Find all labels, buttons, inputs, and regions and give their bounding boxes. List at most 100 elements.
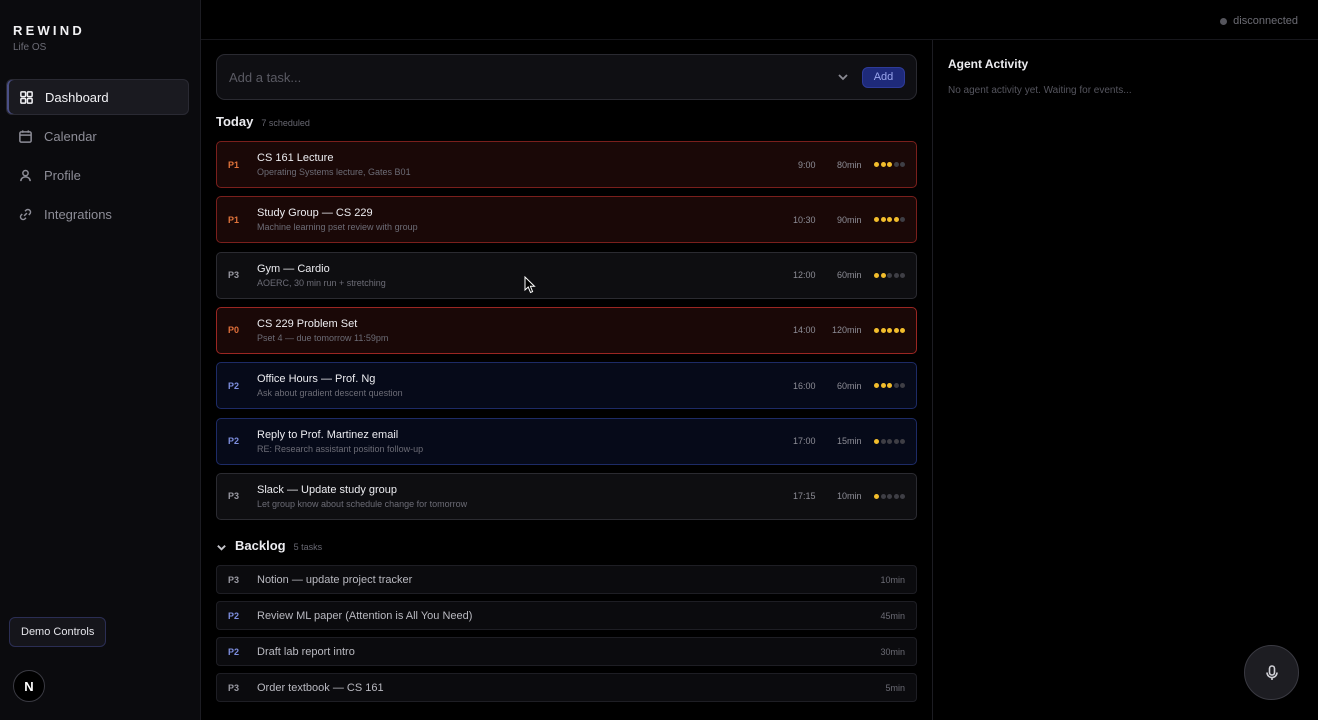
task-description: RE: Research assistant position follow-u… [257,443,424,454]
energy-dot [900,217,905,223]
task-description: Operating Systems lecture, Gates B01 [257,167,411,177]
energy-dot [900,327,905,333]
add-task-button[interactable]: Add [862,66,905,88]
energy-dot [893,162,899,167]
priority-badge: P2 [228,646,240,657]
sidebar-item-profile[interactable]: Profile [6,157,189,193]
today-task-row[interactable]: P2 Reply to Prof. Martinez email RE: Resea… [216,417,917,465]
task-title: Office Hours — Prof. Ng [257,373,376,386]
section-title: Today [216,114,254,129]
top-bar: disconnected [201,0,1318,40]
energy-rating [873,438,905,444]
task-title: CS 161 Lecture [257,152,334,164]
sidebar-item-label: Profile [44,167,81,183]
task-title: Study Group — CS 229 [257,207,373,220]
today-task-row[interactable]: P1 Study Group — CS 229 Machine learning p… [216,196,917,244]
energy-dot [887,272,892,278]
task-time: 14:00 [792,325,816,336]
energy-dot [893,217,899,223]
energy-dot [887,162,892,167]
today-task-row[interactable]: P3 Gym — Cardio AOERC, 30 min run + stretc… [216,251,917,299]
energy-dot [900,383,905,389]
sidebar-item-integrations[interactable]: Integrations [6,196,189,232]
backlog-task-row[interactable]: P2 Draft lab report intro 30min [216,637,917,666]
task-body: Office Hours — Prof. Ng Ask about gradien… [257,373,776,398]
task-duration: 30min [880,646,905,657]
task-duration: 90min [836,214,862,225]
energy-rating [873,327,905,333]
priority-badge: P3 [228,574,240,585]
microphone-button[interactable] [1244,645,1299,700]
task-body: Slack — Update study group Let group know… [257,484,776,509]
today-task-row[interactable]: P3 Slack — Update study group Let group kn… [216,472,917,520]
microphone-icon [1265,664,1278,680]
avatar[interactable]: N [13,670,45,702]
task-title: Draft lab report intro [257,645,355,658]
grid-icon [18,89,34,105]
priority-badge: P1 [228,214,240,225]
task-title: Slack — Update study group [257,483,398,496]
energy-rating [873,493,905,499]
task-time: 9:00 [797,159,816,170]
agent-activity-title: Agent Activity [948,57,1029,71]
energy-dot [880,383,886,389]
today-task-row[interactable]: P0 CS 229 Problem Set Pset 4 — due tomorro… [216,306,917,354]
backlog-task-row[interactable]: P3 Order textbook — CS 161 5min [216,673,917,702]
backlog-task-row[interactable]: P2 Review ML paper (Attention is All You … [216,601,917,630]
energy-rating [873,272,905,278]
task-duration: 10min [836,491,862,502]
priority-badge: P3 [228,682,240,693]
priority-badge: P2 [228,436,240,446]
sidebar-item-label: Calendar [44,128,97,144]
task-body: CS 229 Problem Set Pset 4 — due tomorrow … [257,318,776,343]
task-duration: 15min [836,436,862,446]
today-task-row[interactable]: P2 Office Hours — Prof. Ng Ask about gradi… [216,362,917,410]
demo-controls-button[interactable]: Demo Controls [9,617,107,647]
calendar-icon [17,128,33,144]
task-body: Study Group — CS 229 Machine learning pse… [257,207,776,232]
priority-badge: P3 [228,491,240,502]
section-title: Backlog [235,538,286,553]
brand: REWIND Life OS [13,23,85,53]
task-body: Gym — Cardio AOERC, 30 min run + stretchi… [257,263,776,288]
chevron-down-icon[interactable] [216,540,228,552]
energy-rating [873,162,905,167]
task-body: Reply to Prof. Martinez email RE: Researc… [257,429,776,454]
energy-dot [880,217,886,223]
main-content: Add Today 7 scheduled P1 CS 161 Lecture Op… [201,40,932,720]
priority-badge: P3 [228,270,240,281]
energy-dot [874,162,879,167]
add-task-input[interactable] [217,55,836,99]
status-dot-icon [1220,17,1228,25]
energy-dot [880,272,886,278]
task-description: Machine learning pset review with group [257,222,418,233]
backlog-section-header[interactable]: Backlog 5 tasks [216,538,322,553]
energy-dot [880,438,886,444]
sidebar-item-calendar[interactable]: Calendar [6,118,189,154]
task-time: 10:30 [792,214,816,225]
task-title: CS 229 Problem Set [257,317,358,330]
energy-dot [874,217,879,223]
today-task-row[interactable]: P1 CS 161 Lecture Operating Systems lectur… [216,141,917,188]
task-description: Let group know about schedule change for… [257,498,468,509]
chevron-down-icon[interactable] [836,70,850,84]
add-task-bar: Add [216,54,917,100]
task-title: Notion — update project tracker [257,573,413,586]
energy-dot [874,272,879,278]
backlog-task-row[interactable]: P3 Notion — update project tracker 10min [216,565,917,594]
energy-dot [900,438,905,444]
task-duration: 60min [836,380,862,391]
sidebar-nav: Dashboard Calendar Profile Integrations [6,79,189,235]
sidebar-item-dashboard[interactable]: Dashboard [6,79,189,115]
task-duration: 60min [836,270,862,281]
task-body: CS 161 Lecture Operating Systems lecture,… [257,152,776,177]
energy-dot [893,383,899,389]
connection-status-label: disconnected [1233,15,1298,27]
task-time: 17:00 [792,436,816,446]
task-description: AOERC, 30 min run + stretching [257,277,386,288]
task-description: Pset 4 — due tomorrow 11:59pm [257,332,389,343]
section-count: 5 tasks [293,542,323,552]
task-time: 12:00 [792,270,816,281]
agent-activity-empty: No agent activity yet. Waiting for event… [948,85,1132,96]
energy-rating [873,383,905,389]
